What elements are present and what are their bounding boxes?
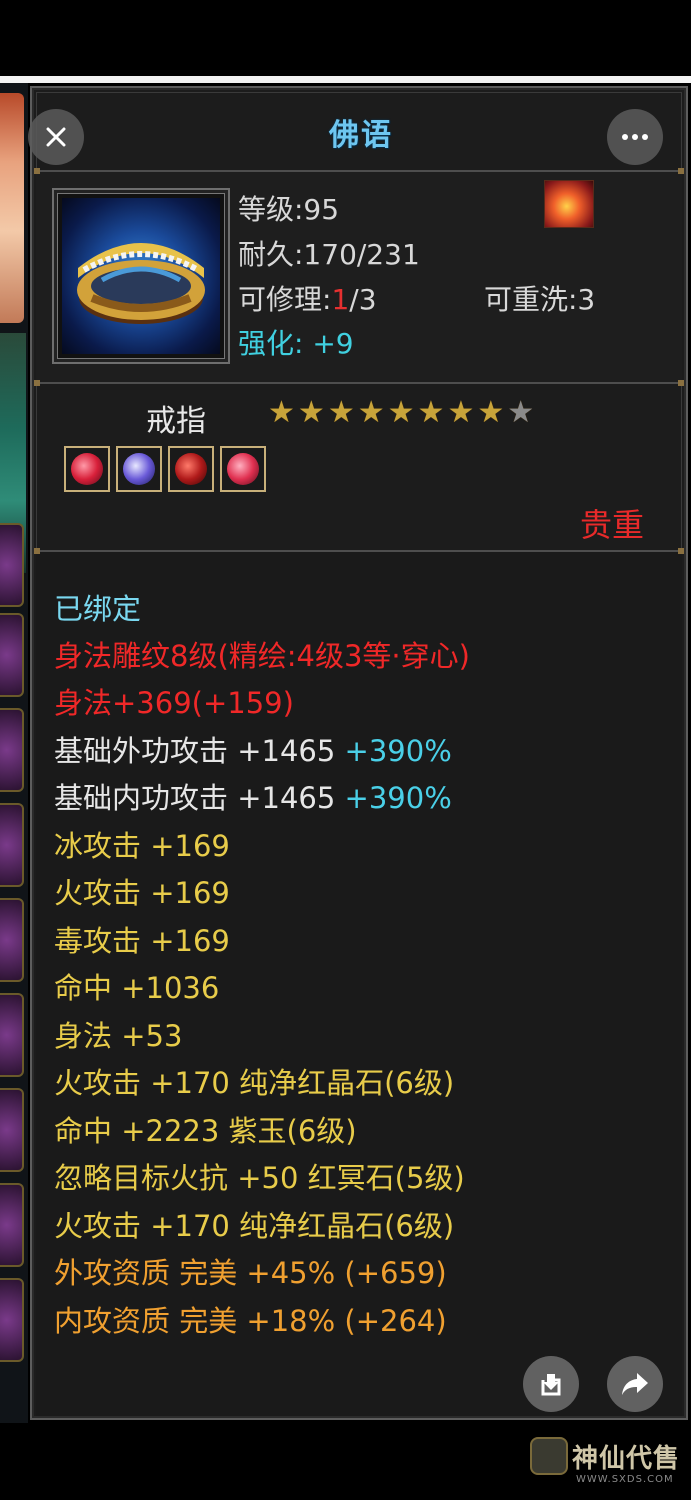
item-info-box: 等级:95 耐久:170/231 可修理:1/3 可重洗:3 强化: +9 [34, 168, 684, 386]
game-slot [0, 1183, 24, 1267]
item-tooltip-panel: 佛语 等级:95 耐久:170/231 可修理:1/3 可重洗:3 强化: +9… [30, 86, 688, 1420]
star-empty-icon: ★ [507, 395, 535, 430]
star-filled-icon: ★ [357, 395, 385, 430]
download-icon [541, 1374, 561, 1396]
fire-school-icon [544, 180, 594, 228]
background-game-ui [0, 83, 28, 1423]
watermark: 神仙代售 [530, 1437, 680, 1475]
agility-engrave-line: 身法+369(+159) [54, 686, 294, 720]
star-filled-icon: ★ [477, 395, 505, 430]
rarity-label: 贵重 [579, 506, 644, 544]
game-slot [0, 523, 24, 607]
share-icon [622, 1373, 648, 1395]
game-slot [0, 1278, 24, 1362]
star-filled-icon: ★ [387, 395, 415, 430]
agility-line: 身法 +53 [54, 1019, 183, 1053]
dark-red-gem-icon [168, 446, 214, 492]
fire-attack-line: 火攻击 +169 [54, 876, 230, 910]
close-icon [46, 127, 66, 147]
game-slot [0, 1088, 24, 1172]
close-button[interactable] [28, 109, 84, 165]
viewer-top-divider [0, 76, 691, 83]
item-repairable: 可修理:1/3 [238, 283, 377, 316]
download-button[interactable] [523, 1356, 579, 1412]
socket-gems [64, 446, 266, 492]
gem-line-2: 命中 +2223 紫玉(6级) [54, 1114, 357, 1148]
int-attack-line: 基础内功攻击 +1465 +390% [54, 781, 452, 815]
game-slot [0, 898, 24, 982]
gem-line-4: 火攻击 +170 纯净红晶石(6级) [54, 1209, 455, 1243]
star-filled-icon: ★ [268, 395, 295, 430]
attribute-list: 已绑定 身法雕纹8级(精绘:4级3等·穿心) 身法+369(+159) 基础外功… [34, 548, 684, 1416]
poison-attack-line: 毒攻击 +169 [54, 924, 230, 958]
frame-corner [34, 548, 40, 554]
engrave-line: 身法雕纹8级(精绘:4级3等·穿心) [54, 639, 470, 673]
game-slot [0, 613, 24, 697]
star-rating: ★ ★ ★ ★ ★ ★ ★ ★ ★ [268, 398, 534, 428]
star-filled-icon: ★ [327, 395, 355, 430]
hit-line: 命中 +1036 [54, 971, 220, 1005]
frame-corner [678, 548, 684, 554]
ext-quality-line: 外攻资质 完美 +45% (+659) [54, 1256, 447, 1290]
frame-corner [678, 168, 684, 174]
ring-icon [62, 198, 220, 354]
red-gem-icon [64, 446, 110, 492]
ice-attack-line: 冰攻击 +169 [54, 829, 230, 863]
frame-corner [34, 380, 40, 386]
bound-status: 已绑定 [54, 592, 142, 626]
share-button[interactable] [607, 1356, 663, 1412]
item-name: 佛语 [329, 118, 393, 153]
gem-line-3: 忽略目标火抗 +50 红冥石(5级) [54, 1161, 465, 1195]
more-options-button[interactable] [607, 109, 663, 165]
gem-line-1: 火攻击 +170 纯净红晶石(6级) [54, 1066, 455, 1100]
game-slot [0, 803, 24, 887]
star-filled-icon: ★ [417, 395, 445, 430]
character-portrait [0, 93, 24, 323]
star-filled-icon: ★ [447, 395, 475, 430]
item-icon-frame [52, 188, 230, 364]
int-quality-line: 内攻资质 完美 +18% (+264) [54, 1304, 447, 1338]
star-filled-icon: ★ [297, 395, 325, 430]
watermark-url: WWW.SXDS.COM [576, 1474, 674, 1485]
ext-attack-line: 基础外功攻击 +1465 +390% [54, 734, 452, 768]
item-durability: 耐久:170/231 [238, 238, 420, 271]
item-level: 等级:95 [238, 193, 340, 226]
item-type: 戒指 [146, 404, 206, 439]
red-gem-icon [220, 446, 266, 492]
item-rewash: 可重洗:3 [484, 283, 596, 316]
item-enhance: 强化: +9 [238, 327, 354, 360]
purple-gem-icon [116, 446, 162, 492]
mascot-icon [530, 1437, 568, 1475]
watermark-text: 神仙代售 [572, 1443, 681, 1474]
more-icon [622, 134, 648, 140]
game-slot [0, 993, 24, 1077]
game-slot [0, 708, 24, 792]
frame-corner [678, 380, 684, 386]
frame-corner [34, 168, 40, 174]
